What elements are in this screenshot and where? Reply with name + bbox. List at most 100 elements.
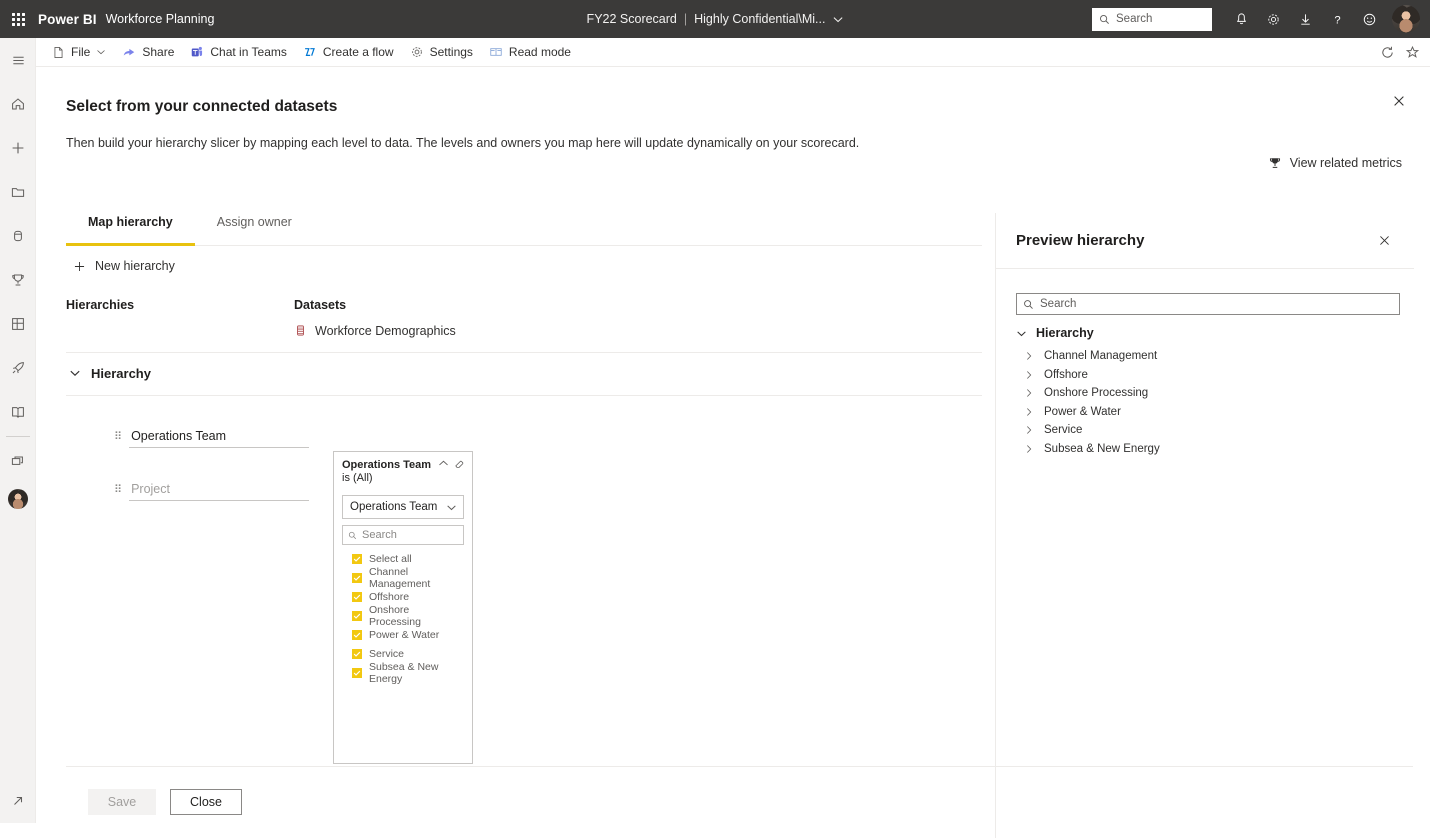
slicer-subtitle: is (All)	[342, 472, 373, 484]
preview-tree-item[interactable]: Onshore Processing	[1024, 384, 1160, 403]
preview-tree-item[interactable]: Offshore	[1024, 366, 1160, 385]
dataset-item[interactable]: Workforce Demographics	[294, 324, 982, 338]
slicer-option-item[interactable]: Subsea & New Energy	[352, 661, 464, 685]
refresh-icon[interactable]	[1380, 45, 1395, 60]
hierarchy-level-row: ⠿	[114, 422, 982, 448]
chat-in-teams-label: Chat in Teams	[210, 45, 287, 59]
preview-tree-root[interactable]: Hierarchy	[1016, 326, 1094, 340]
share-button-label: Share	[142, 45, 175, 59]
hamburger-menu-icon[interactable]	[0, 44, 36, 76]
create-a-flow-button[interactable]: Create a flow	[295, 39, 402, 66]
hierarchy-group-header[interactable]: Hierarchy	[69, 366, 982, 381]
create-a-flow-label: Create a flow	[322, 45, 394, 59]
sidebar-item-data-hub[interactable]	[0, 220, 36, 252]
chevron-right-icon[interactable]	[1024, 388, 1034, 398]
command-bar: File Share Chat in Teams Create a flow S…	[36, 38, 1430, 67]
drag-grip-icon[interactable]: ⠿	[114, 484, 122, 501]
slicer-search-input[interactable]: Search	[342, 525, 464, 545]
slicer-option-label: Channel Management	[369, 565, 431, 590]
slicer-option-label: Power & Water	[369, 628, 440, 641]
favorite-star-icon[interactable]	[1405, 45, 1420, 60]
chevron-right-icon[interactable]	[1024, 444, 1034, 454]
checkbox-checked-icon	[352, 648, 362, 659]
close-button[interactable]: Close	[170, 789, 242, 815]
preview-tree-root-label: Hierarchy	[1036, 326, 1094, 340]
new-hierarchy-button[interactable]: New hierarchy	[73, 259, 175, 273]
sidebar-item-workspaces[interactable]	[0, 445, 36, 477]
rail-bottom-group	[0, 785, 36, 817]
hierarchy-group-label: Hierarchy	[91, 365, 151, 381]
tab-assign-owner[interactable]: Assign owner	[195, 213, 314, 246]
preview-tree-item-label: Channel Management	[1044, 350, 1158, 363]
slicer-option-item[interactable]: Channel Management	[352, 565, 464, 590]
read-mode-button[interactable]: Read mode	[481, 39, 579, 66]
map-hierarchy-pane: New hierarchy Hierarchies Datasets Workf…	[66, 246, 982, 764]
search-placeholder-text: Search	[1116, 13, 1153, 25]
preview-tree-item[interactable]: Power & Water	[1024, 403, 1160, 422]
chevron-down-icon	[446, 502, 457, 513]
sidebar-item-home[interactable]	[0, 88, 36, 120]
sidebar-item-my-workspace[interactable]	[0, 483, 36, 515]
settings-button[interactable]: Settings	[402, 39, 481, 66]
plus-icon	[73, 260, 86, 273]
powerbi-brand-label[interactable]: Power BI	[38, 12, 97, 27]
sidebar-item-browse[interactable]	[0, 176, 36, 208]
workspace-name-label[interactable]: Workforce Planning	[106, 12, 215, 26]
preview-tree-item[interactable]: Service	[1024, 421, 1160, 440]
sensitivity-label[interactable]: Highly Confidential\Mi...	[694, 12, 825, 26]
read-mode-icon	[489, 45, 503, 59]
chevron-right-icon[interactable]	[1024, 425, 1034, 435]
preview-tree-item[interactable]: Channel Management	[1024, 347, 1160, 366]
checkbox-checked-icon	[352, 667, 362, 678]
page-title: Select from your connected datasets	[66, 98, 338, 115]
search-input[interactable]: Search	[1092, 7, 1212, 31]
preview-search-input[interactable]: Search	[1016, 293, 1400, 315]
sidebar-item-deployment-pipelines[interactable]	[0, 352, 36, 384]
chevron-down-icon[interactable]	[832, 14, 843, 25]
notifications-bell-icon[interactable]	[1226, 4, 1256, 34]
tab-map-hierarchy[interactable]: Map hierarchy	[66, 213, 195, 246]
preview-tree-item-label: Offshore	[1044, 368, 1088, 381]
trophy-icon	[1268, 156, 1282, 170]
hierarchy-level-row: ⠿	[114, 475, 982, 501]
chevron-down-icon[interactable]	[1016, 328, 1027, 339]
avatar[interactable]	[1392, 5, 1420, 33]
hierarchy-level-input-2[interactable]	[129, 481, 310, 501]
close-icon[interactable]	[1386, 88, 1412, 114]
close-icon[interactable]	[1372, 229, 1396, 253]
file-menu[interactable]: File	[44, 39, 114, 66]
slicer-option-item[interactable]: Onshore Processing	[352, 604, 464, 628]
chat-in-teams-button[interactable]: Chat in Teams	[182, 39, 294, 66]
preview-tree-item[interactable]: Subsea & New Energy	[1024, 440, 1160, 459]
chevron-right-icon[interactable]	[1024, 351, 1034, 361]
chevron-right-icon[interactable]	[1024, 407, 1034, 417]
eraser-icon[interactable]	[454, 458, 465, 469]
drag-grip-icon[interactable]: ⠿	[114, 431, 122, 448]
sidebar-item-create[interactable]	[0, 132, 36, 164]
read-mode-label: Read mode	[508, 45, 571, 59]
preview-hierarchy-panel: Preview hierarchy Search Hierarchy Chann…	[995, 213, 1414, 838]
expand-arrow-icon[interactable]	[0, 785, 36, 817]
sidebar-item-goals[interactable]	[0, 264, 36, 296]
settings-gear-icon[interactable]	[1258, 4, 1288, 34]
sidebar-item-apps[interactable]	[0, 308, 36, 340]
save-button[interactable]: Save	[88, 789, 156, 815]
help-question-icon[interactable]: ?	[1322, 4, 1352, 34]
checkbox-checked-icon	[352, 610, 362, 621]
slicer-field-dropdown[interactable]: Operations Team	[342, 495, 464, 519]
chevron-up-icon[interactable]	[438, 458, 449, 469]
view-related-metrics-button[interactable]: View related metrics	[1268, 156, 1402, 170]
hierarchy-level-input-1[interactable]	[129, 428, 310, 448]
sidebar-item-learn[interactable]	[0, 396, 36, 428]
waffle-icon[interactable]	[0, 0, 36, 38]
top-header-bar: Power BI Workforce Planning FY22 Scoreca…	[0, 0, 1430, 38]
slicer-option-item[interactable]: Power & Water	[352, 625, 464, 644]
download-icon[interactable]	[1290, 4, 1320, 34]
checkbox-checked-icon	[352, 629, 362, 640]
chevron-right-icon[interactable]	[1024, 370, 1034, 380]
chevron-down-icon[interactable]	[69, 367, 81, 379]
feedback-smiley-icon[interactable]	[1354, 4, 1384, 34]
tab-assign-owner-label: Assign owner	[216, 215, 292, 229]
slicer-option-label: Select all	[369, 552, 412, 565]
share-button[interactable]: Share	[114, 39, 182, 66]
